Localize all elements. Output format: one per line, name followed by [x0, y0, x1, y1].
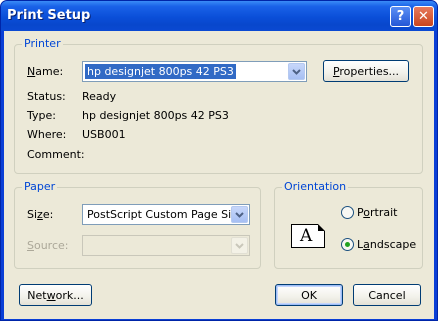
- paper-group: Paper Size: PostScript Custom Page Size …: [14, 181, 261, 269]
- help-icon: ?: [396, 9, 405, 24]
- paper-group-title: Paper: [22, 180, 58, 193]
- portrait-label[interactable]: Portrait: [357, 206, 397, 219]
- landscape-radio[interactable]: [341, 238, 354, 251]
- comment-label: Comment:: [27, 148, 85, 161]
- portrait-radio[interactable]: [341, 206, 354, 219]
- landscape-label[interactable]: Landscape: [357, 238, 416, 251]
- chevron-down-icon[interactable]: [288, 63, 305, 80]
- title-bar[interactable]: Print Setup ? ✕: [1, 1, 437, 31]
- network-label: Network...: [27, 288, 84, 302]
- paper-source-value: [85, 238, 89, 253]
- window-title: Print Setup: [7, 8, 91, 23]
- status-label: Status:: [27, 90, 66, 103]
- help-button[interactable]: ?: [390, 6, 411, 27]
- close-button[interactable]: ✕: [413, 6, 434, 27]
- orientation-group: Orientation A Portrait Landscape: [274, 181, 423, 269]
- name-label: Name:: [27, 65, 64, 78]
- printer-name-select[interactable]: hp designjet 800ps 42 PS3: [82, 61, 307, 82]
- type-label: Type:: [27, 109, 56, 122]
- properties-button[interactable]: Properties...: [323, 60, 409, 82]
- chevron-down-icon: [231, 237, 248, 254]
- landscape-page-icon: A: [291, 224, 325, 248]
- cancel-button[interactable]: Cancel: [353, 284, 421, 306]
- network-button[interactable]: Network...: [19, 284, 92, 306]
- printer-group: Printer Name: hp designjet 800ps 42 PS3 …: [14, 38, 423, 174]
- close-icon: ✕: [418, 9, 429, 24]
- print-setup-dialog: Print Setup ? ✕ Printer Name: hp designj…: [0, 0, 438, 321]
- orientation-group-title: Orientation: [282, 180, 349, 193]
- paper-size-value: PostScript Custom Page Size: [87, 208, 244, 221]
- size-label: Size:: [27, 208, 54, 221]
- properties-label: Properties...: [332, 64, 400, 78]
- printer-name-value: hp designjet 800ps 42 PS3: [85, 64, 236, 79]
- printer-group-title: Printer: [22, 37, 63, 50]
- source-label: Source:: [27, 239, 69, 252]
- type-value: hp designjet 800ps 42 PS3: [82, 109, 229, 122]
- chevron-down-icon[interactable]: [231, 206, 248, 223]
- paper-source-select: [82, 235, 250, 256]
- where-value: USB001: [82, 128, 126, 141]
- where-label: Where:: [27, 128, 67, 141]
- dialog-body: Printer Name: hp designjet 800ps 42 PS3 …: [4, 31, 434, 319]
- status-value: Ready: [82, 90, 117, 103]
- paper-size-select[interactable]: PostScript Custom Page Size: [82, 204, 250, 225]
- ok-button[interactable]: OK: [275, 284, 343, 306]
